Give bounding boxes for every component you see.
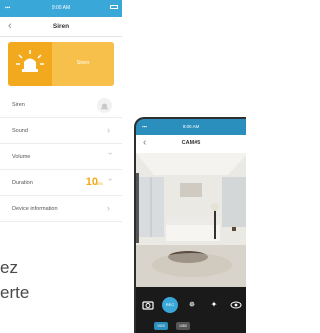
brightness-icon[interactable]: ✵	[184, 297, 200, 313]
resolution-chip[interactable]: 1080	[176, 322, 190, 330]
page-title: CAM#5	[181, 140, 201, 146]
duration-unit: Sec	[95, 181, 103, 186]
chevron-down-icon: ›	[106, 152, 116, 155]
promo-line-2: erte	[0, 283, 30, 302]
status-bar: ▪▪▪ 9:00 AM	[0, 0, 122, 17]
row-label: Sound	[12, 128, 28, 134]
siren-settings-screen: ▪▪▪ 9:00 AM ‹ Siren Siren Siren Sound › …	[0, 0, 122, 224]
chevron-right-icon: ›	[107, 125, 110, 135]
camera-control-bar: REC ✵ ✦ 1920 1080	[136, 287, 246, 333]
row-label: Duration	[12, 180, 33, 186]
status-time: 9:00 AM	[182, 124, 200, 129]
resolution-chip[interactable]: 1920	[154, 322, 168, 330]
status-time: 9:00 AM	[51, 5, 71, 11]
status-bar: ▪▪▪ 9:00 AM	[136, 119, 246, 135]
camera-view-screen: ▪▪▪ 9:00 AM ‹ CAM#5 REC ✵ ✦ 1920 1080	[134, 117, 246, 333]
camera-live-feed[interactable]	[136, 153, 246, 287]
chevron-right-icon: ›	[107, 203, 110, 213]
screenshot-canvas: ▪▪▪ 9:00 AM ‹ Siren Siren Siren Sound › …	[0, 0, 246, 333]
siren-card-label: Siren	[76, 60, 90, 66]
promo-line-1: ez	[0, 258, 18, 277]
chevron-down-icon: ›	[106, 178, 116, 181]
row-label: Siren	[12, 102, 25, 108]
siren-icon	[16, 50, 44, 72]
battery-icon	[110, 5, 118, 9]
row-device-information[interactable]: Device information ›	[0, 196, 122, 222]
record-button[interactable]: REC	[162, 297, 178, 313]
page-title: Siren	[52, 23, 70, 30]
promo-text: ez erte	[0, 255, 29, 305]
nav-bar: ‹ Siren	[0, 17, 122, 37]
ptz-icon[interactable]: ✦	[206, 297, 222, 313]
siren-small-icon	[101, 103, 108, 110]
camera-icon[interactable]	[140, 297, 156, 313]
row-siren[interactable]: Siren	[0, 92, 122, 118]
row-volume[interactable]: Volume ›	[0, 144, 122, 170]
living-room-image	[136, 153, 246, 287]
eye-icon[interactable]	[228, 297, 244, 313]
row-duration[interactable]: Duration 10 Sec ›	[0, 170, 122, 196]
row-label: Device information	[12, 206, 58, 212]
row-sound[interactable]: Sound ›	[0, 118, 122, 144]
siren-card-icon-panel	[8, 42, 52, 86]
siren-toggle-button[interactable]	[97, 98, 112, 113]
row-label: Volume	[12, 154, 31, 160]
siren-card[interactable]: Siren	[8, 42, 114, 86]
nav-bar: ‹ CAM#5	[136, 135, 246, 153]
